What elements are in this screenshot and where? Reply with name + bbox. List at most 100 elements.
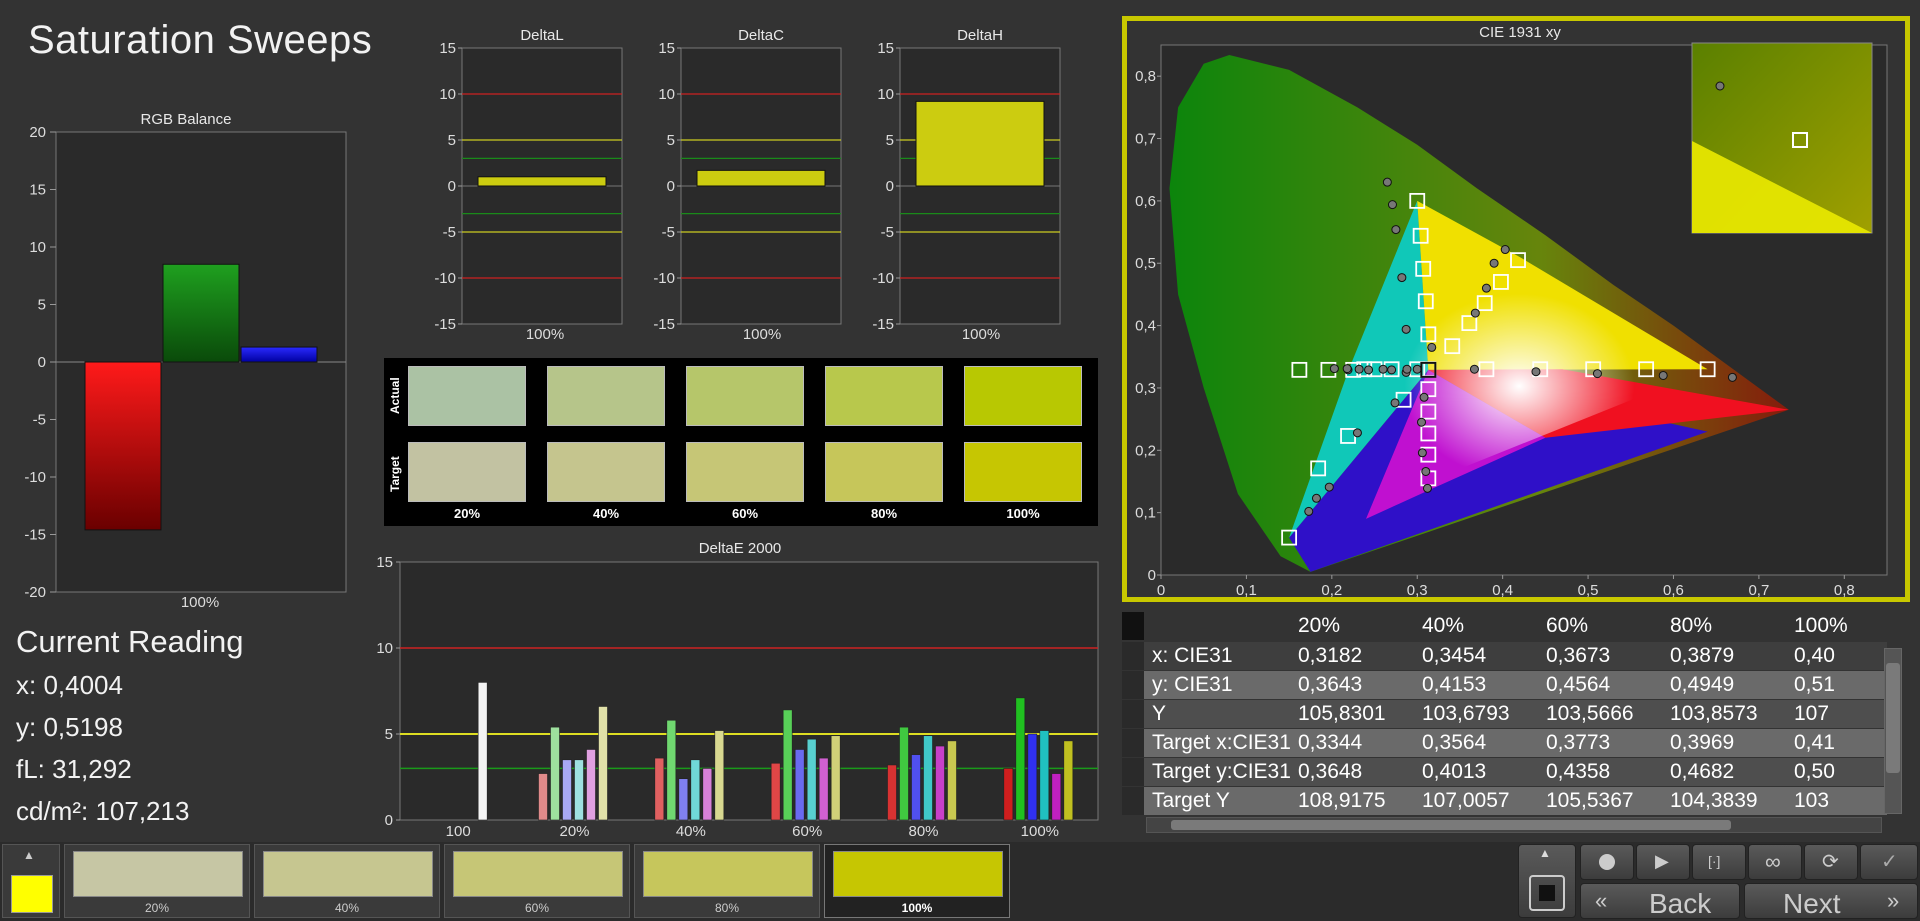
table-vertical-scrollbar[interactable] — [1884, 648, 1902, 814]
swatch-label: 100% — [1006, 506, 1040, 521]
actual-swatch — [964, 366, 1082, 426]
rgb-tick-label: -5 — [33, 412, 46, 429]
reading-cdm2: cd/m²: 107,213 — [16, 796, 190, 826]
deltae-bar — [830, 735, 841, 821]
refresh-button[interactable]: ⟳ — [1804, 844, 1858, 880]
swatch-label: 40% — [592, 506, 620, 521]
deltae-bar — [562, 759, 572, 821]
rgb-tick-label: -10 — [24, 469, 46, 486]
sweep-thumb-label: 60% — [524, 901, 550, 915]
up-arrow-icon[interactable]: ▲ — [1539, 846, 1551, 860]
cie-measured-marker — [1397, 273, 1407, 283]
table-cell: 0,4013 — [1422, 760, 1487, 783]
cie-measured-marker — [1311, 493, 1321, 503]
deltae-bar — [1015, 697, 1026, 821]
table-row[interactable]: Target Y 108,9175 107,0057 105,5367 104,3839… — [1122, 787, 1887, 815]
delta-tick-label: -15 — [434, 316, 456, 333]
sweep-thumb[interactable]: 20% — [64, 844, 250, 918]
delta-h-chart: 15 10 5 0 -5 -10 -15 — [872, 40, 1061, 333]
cie-measured-marker — [1329, 364, 1339, 374]
deltae-category-label: 100% — [1021, 823, 1059, 840]
table-row[interactable]: Target y:CIE31 0,3648 0,4013 0,4358 0,4682 0,… — [1122, 758, 1887, 786]
cie-measured-marker — [1387, 200, 1397, 210]
cie-x-tick-label: 0,3 — [1407, 582, 1428, 597]
sweep-thumb[interactable]: 100% — [824, 844, 1010, 918]
cie-measured-marker — [1391, 225, 1401, 235]
table-row[interactable]: x: CIE31 0,3182 0,3454 0,3673 0,3879 0,40 — [1122, 642, 1887, 670]
delta-c-chart: 15 10 5 0 -5 -10 -15 — [653, 40, 842, 333]
back-button[interactable]: « Back — [1580, 883, 1740, 919]
sweep-thumb[interactable]: 60% — [444, 844, 630, 918]
cie-y-tick-label: 0,7 — [1135, 131, 1156, 148]
cie-y-tick-label: 0,6 — [1135, 193, 1156, 210]
play-button[interactable]: ▶ — [1636, 844, 1690, 880]
hscroll-thumb[interactable] — [1171, 820, 1731, 830]
table-row-label: y: CIE31 — [1152, 673, 1233, 696]
deltae-bar — [598, 706, 608, 821]
next-label: Next — [1783, 888, 1841, 919]
deltae-bar — [538, 773, 548, 821]
rgb-balance-xlabel: 100% — [180, 594, 220, 611]
sweep-thumb-chip — [833, 851, 1003, 897]
cie-x-tick-label: 0,6 — [1663, 582, 1684, 597]
delta-h-xlabel: 100% — [961, 326, 1001, 343]
actual-swatch — [408, 366, 526, 426]
red-bar — [84, 361, 162, 531]
cie-measured-marker — [1387, 365, 1397, 375]
vscroll-thumb[interactable] — [1886, 663, 1900, 773]
actual-swatch — [547, 366, 665, 426]
stop-button[interactable] — [1529, 875, 1565, 911]
sweep-thumb[interactable]: 40% — [254, 844, 440, 918]
sweep-thumb[interactable]: 80% — [634, 844, 820, 918]
cie-measured-marker — [1427, 342, 1437, 352]
table-horizontal-scrollbar[interactable] — [1146, 817, 1882, 833]
continuous-button[interactable]: ∞ — [1748, 844, 1802, 880]
deltae-bar — [1027, 733, 1038, 821]
cie-measured-marker — [1401, 324, 1411, 334]
delta-tick-label: -10 — [434, 270, 456, 287]
deltae-bar — [794, 749, 805, 821]
table-cell: 105,8301 — [1298, 702, 1386, 725]
rgb-tick-label: 15 — [29, 182, 46, 199]
delta-tick-label: 15 — [877, 40, 894, 57]
check-button[interactable]: ✓ — [1860, 844, 1918, 880]
cie-measured-marker — [1481, 283, 1491, 293]
delta-tick-label: 10 — [658, 86, 675, 103]
target-swatch — [964, 442, 1082, 502]
table-header-cell: 60% — [1546, 614, 1589, 637]
stop-measure-button[interactable] — [1580, 844, 1634, 880]
rgb-tick-label: -15 — [24, 527, 46, 544]
current-color-thumb[interactable]: ▲ — [2, 844, 60, 918]
delta-tick-label: 5 — [667, 132, 675, 149]
cie-x-tick-label: 0,1 — [1236, 582, 1257, 597]
cie-measured-marker — [1402, 364, 1412, 374]
delta-tick-label: 5 — [448, 132, 456, 149]
table-cell: 108,9175 — [1298, 789, 1386, 812]
collapse-arrow-icon[interactable]: ▲ — [23, 848, 35, 862]
cie-measured-marker — [1342, 364, 1352, 374]
cie-measured-marker — [1352, 428, 1362, 438]
reading-fl: fL: 31,292 — [16, 754, 132, 784]
table-row[interactable]: y: CIE31 0,3643 0,4153 0,4564 0,4949 0,51 — [1122, 671, 1887, 699]
swatch-label: 80% — [870, 506, 898, 521]
read-series-button[interactable]: [·] — [1692, 844, 1746, 880]
table-cell: 0,3643 — [1298, 673, 1363, 696]
table-header-row: 20% 40% 60% 80% 100% — [1122, 612, 1887, 640]
cie-x-tick-label: 0,2 — [1321, 582, 1342, 597]
deltae-tick-label: 5 — [385, 726, 393, 743]
delta_c-bar — [696, 169, 826, 187]
cie-measured-marker — [1382, 177, 1392, 187]
table-row[interactable]: Target x:CIE31 0,3344 0,3564 0,3773 0,3969 0,… — [1122, 729, 1887, 757]
cie-x-tick-label: 0,4 — [1492, 582, 1513, 597]
stop-panel[interactable]: ▲ — [1518, 844, 1576, 918]
table-cell: 0,3673 — [1546, 644, 1611, 667]
table-row[interactable]: Y 105,8301 103,6793 103,5666 103,8573 107 — [1122, 700, 1887, 728]
delta_l-bar — [477, 176, 607, 187]
cie-measured-marker — [1417, 417, 1427, 427]
next-button[interactable]: Next » — [1744, 883, 1918, 919]
cie-measured-marker — [1727, 372, 1737, 382]
rgb-balance-chart: 20 15 10 5 0 -5 -10 -15 -20 — [24, 124, 347, 601]
sweep-thumb-label: 20% — [144, 901, 170, 915]
table-cell: 0,3182 — [1298, 644, 1363, 667]
back-label: Back — [1649, 888, 1712, 919]
